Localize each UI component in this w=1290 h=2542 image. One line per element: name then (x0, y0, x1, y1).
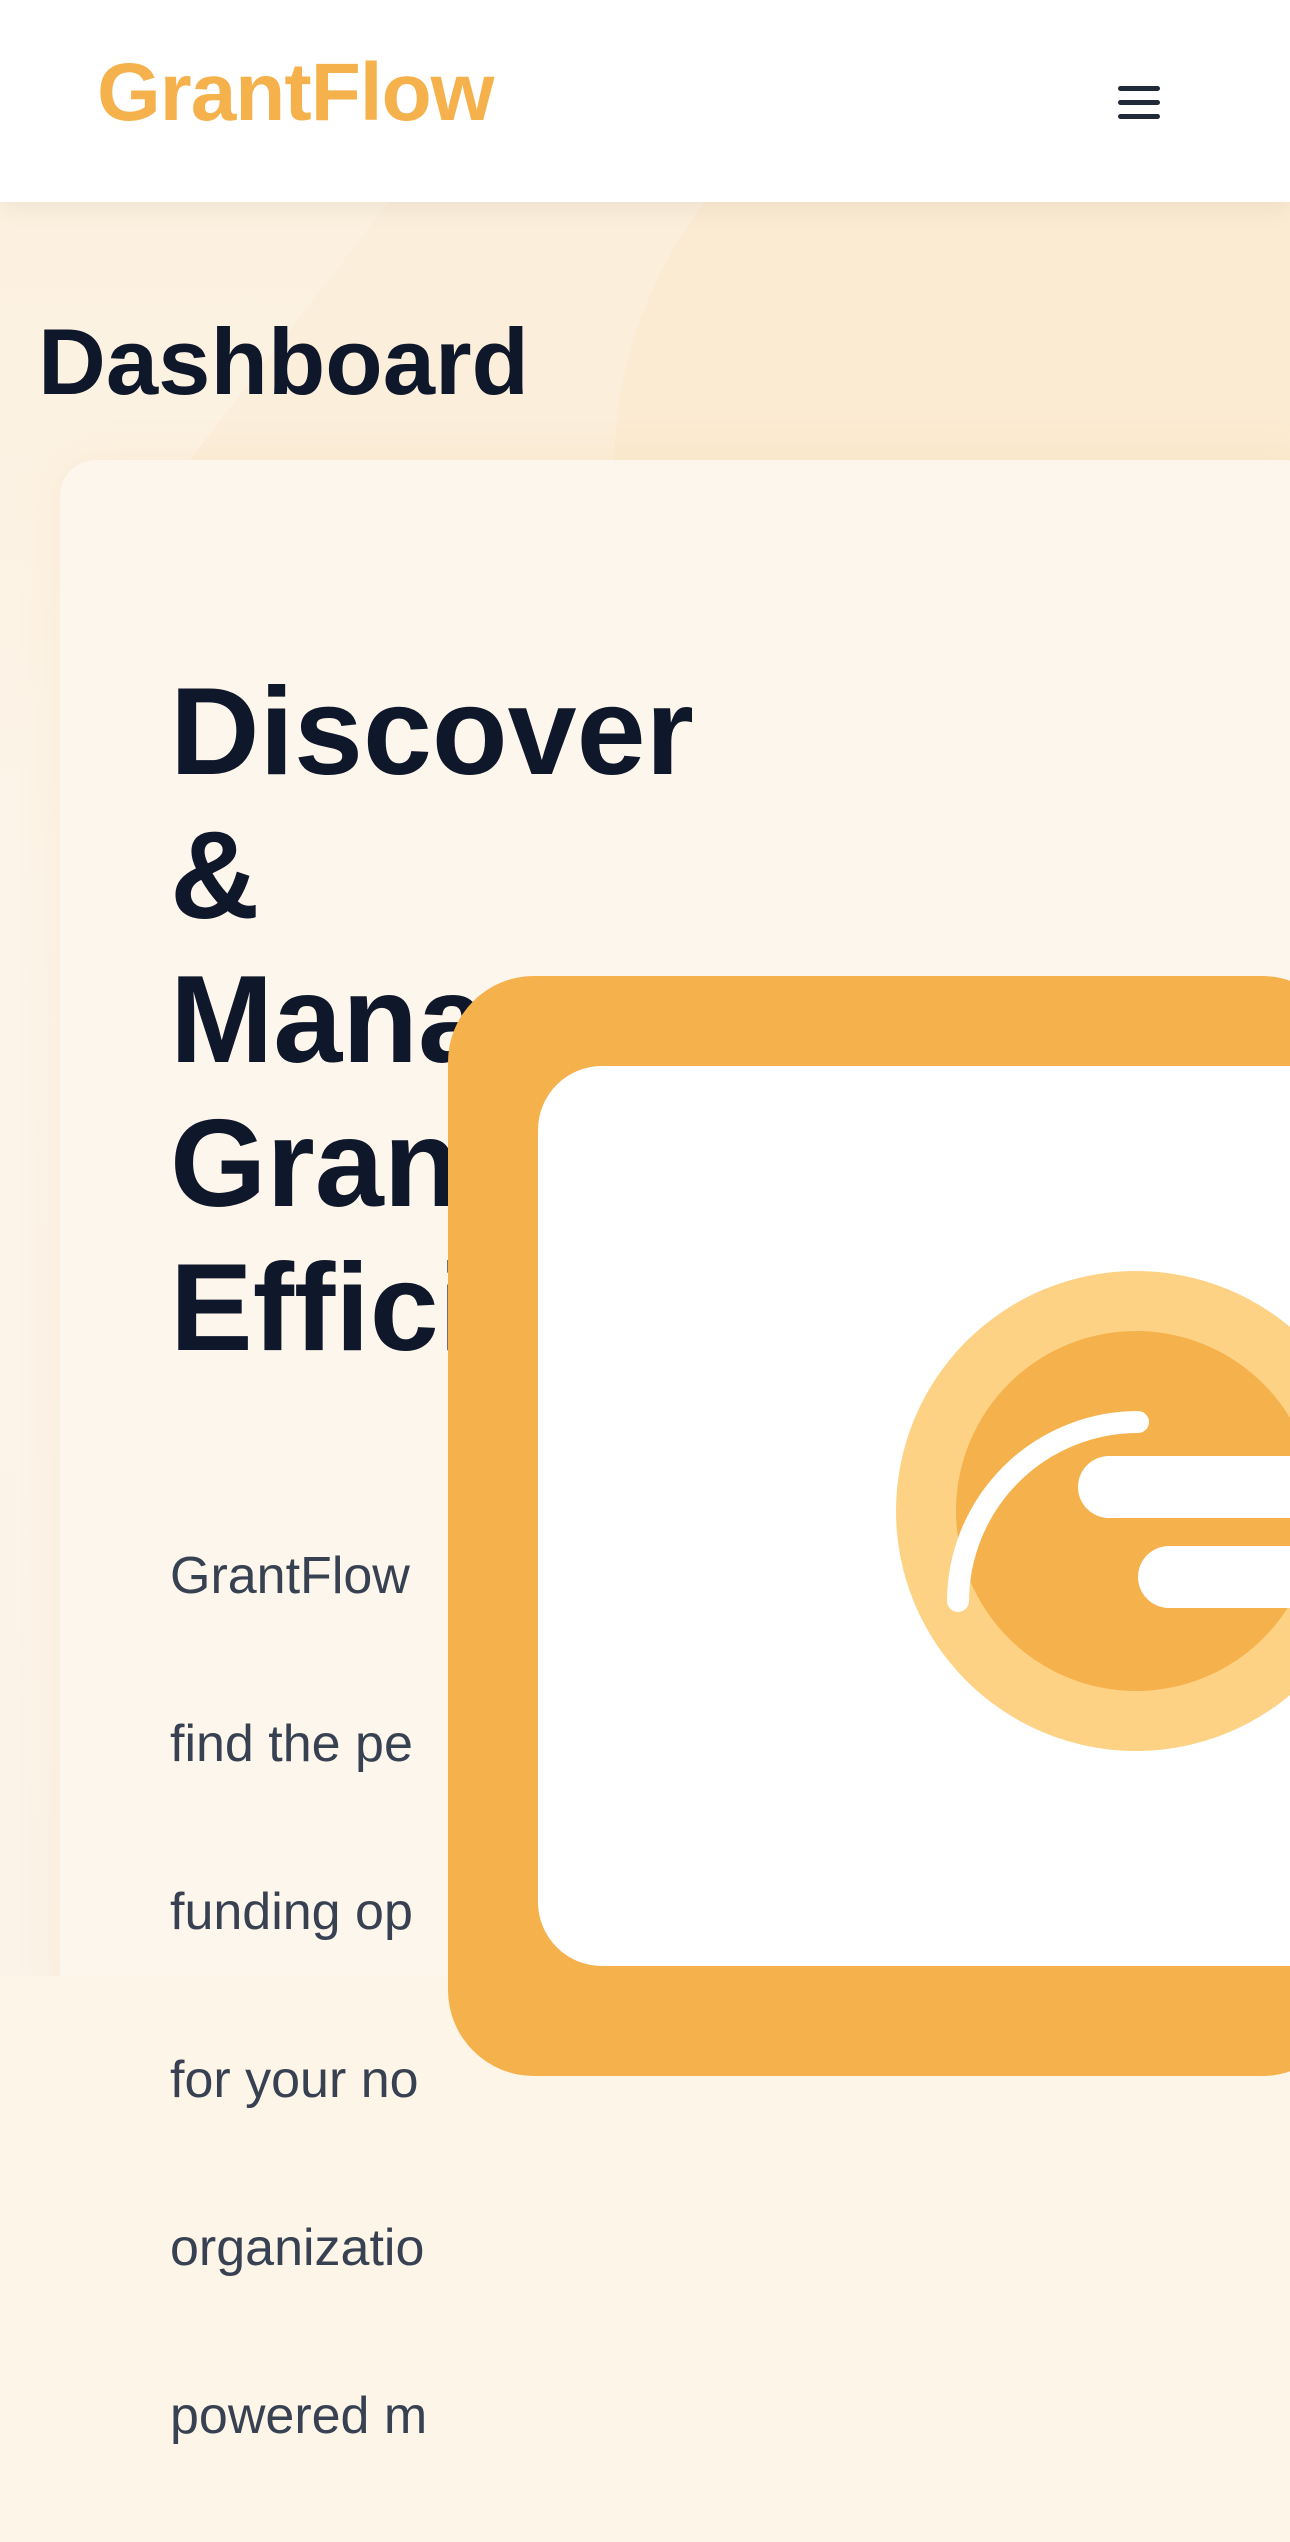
search-progress-icon (896, 1271, 1290, 1751)
page-title: Dashboard (38, 308, 529, 414)
illustration-bar-bottom (1138, 1546, 1290, 1608)
hero-description-line: funding op (170, 1883, 413, 1941)
top-navigation-bar: GrantFlow (0, 0, 1290, 202)
hero-description-line: organizatio (170, 2219, 425, 2277)
hero-description: GrantFlow find the pe funding op for you… (170, 1450, 470, 2542)
hero-description-line: for your no (170, 2051, 419, 2109)
hero-description-line: find the pe (170, 1715, 413, 1773)
hero-heading-line: Discover (170, 663, 694, 801)
illustration-screen (538, 1066, 1290, 1966)
hero-description-line: GrantFlow (170, 1547, 410, 1605)
illustration-bar-top (1078, 1456, 1290, 1518)
hero-heading-line: & (170, 807, 260, 945)
hero-description-line: powered m (170, 2387, 428, 2445)
menu-button[interactable] (1100, 72, 1176, 132)
grant-discovery-illustration (448, 976, 1290, 2076)
grantflow-logo[interactable]: GrantFlow (97, 52, 494, 134)
hamburger-menu-icon-line (1118, 114, 1160, 119)
hamburger-menu-icon-line (1118, 100, 1160, 105)
hamburger-menu-icon (1118, 86, 1160, 91)
